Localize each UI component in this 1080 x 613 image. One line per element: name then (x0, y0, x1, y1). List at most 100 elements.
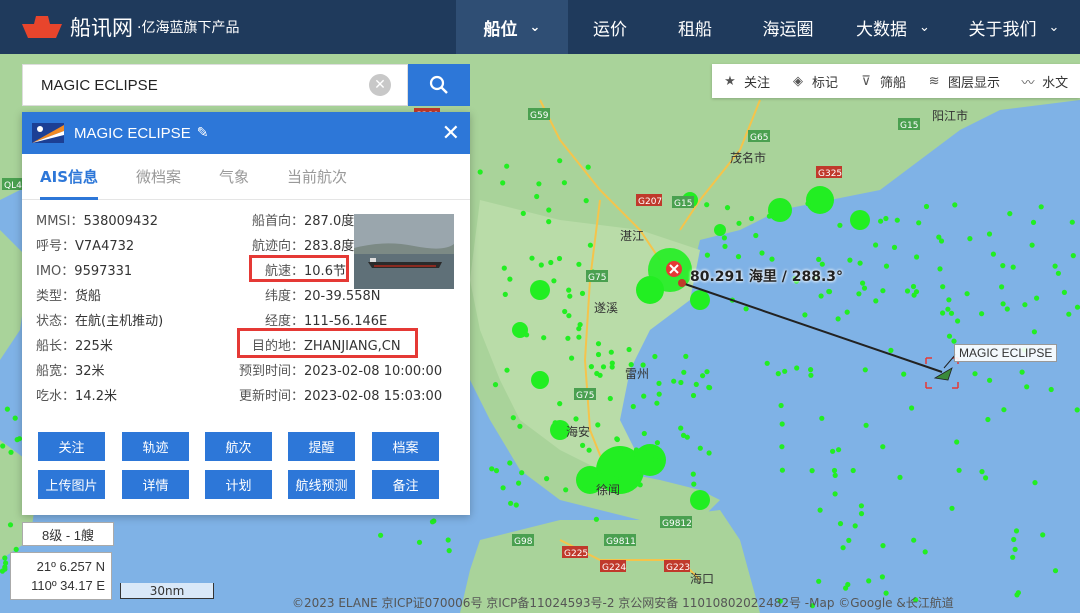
filter-icon: ⊽ (858, 73, 874, 89)
destination-highlight (237, 328, 418, 358)
vessel-tag[interactable]: MAGIC ECLIPSE (954, 344, 1057, 362)
star-icon: ★ (722, 73, 738, 89)
tool-label: 标记 (812, 72, 838, 91)
clear-icon[interactable]: ✕ (369, 74, 391, 96)
field-value: 9597331 (74, 264, 132, 279)
search-icon (429, 75, 449, 95)
follow-button[interactable]: 关注 (38, 432, 105, 461)
svg-text:茂名市: 茂名市 (730, 150, 766, 165)
nav-item-freight[interactable]: 运价 (568, 0, 652, 54)
info-course: 航迹向：283.8度 (252, 235, 354, 254)
field-label: 航迹向： (252, 239, 304, 254)
tool-label: 筛船 (880, 72, 906, 91)
marshall-islands-flag-icon (32, 123, 64, 143)
tool-follow[interactable]: ★关注 (712, 64, 780, 98)
zoom-level: 8级 - 1艘 (22, 522, 114, 546)
ship-photo[interactable] (354, 214, 454, 289)
svg-text:G98: G98 (514, 537, 533, 547)
nav-label: 关于我们 (969, 15, 1037, 40)
track-button[interactable]: 轨迹 (122, 432, 189, 461)
brand-tagline: ·亿海蓝旗下产品 (137, 17, 239, 37)
tool-filter[interactable]: ⊽ 筛船 (848, 64, 916, 98)
svg-text:阳江市: 阳江市 (932, 108, 968, 123)
svg-text:G325: G325 (818, 169, 842, 179)
tab-current-voyage[interactable]: 当前航次 (287, 154, 347, 199)
svg-text:G65: G65 (750, 133, 768, 143)
ship-info-panel: MAGIC ECLIPSE ✎ ✕ AIS信息 微档案 气象 当前航次 MMSI… (22, 112, 470, 515)
close-icon[interactable]: ✕ (442, 121, 460, 146)
nav-label: 海运圈 (763, 15, 814, 40)
nav-item-ship-position[interactable]: 船位⌄ (456, 0, 568, 54)
info-length: 船长：225米 (36, 335, 113, 354)
boat-logo-icon (20, 14, 64, 40)
svg-text:G15: G15 (900, 121, 918, 131)
tag-icon: ◈ (790, 73, 806, 89)
svg-text:QL4: QL4 (4, 181, 22, 191)
notes-button[interactable]: 备注 (372, 470, 439, 499)
search-input[interactable] (23, 77, 363, 94)
svg-text:海口: 海口 (690, 571, 714, 586)
svg-text:G59: G59 (530, 111, 549, 121)
field-label: 更新时间： (239, 389, 304, 404)
edit-icon[interactable]: ✎ (197, 125, 209, 141)
svg-text:湛江: 湛江 (620, 229, 644, 243)
tool-layers[interactable]: ≋图层显示 (916, 64, 1010, 98)
info-draught: 吃水：14.2米 (36, 385, 117, 404)
svg-text:徐闻: 徐闻 (596, 482, 620, 497)
svg-text:海安: 海安 (566, 424, 590, 439)
field-value: 2023-02-08 15:03:00 (304, 389, 442, 404)
latitude-readout: 21º 6.257 N (17, 557, 105, 576)
map-toolbar: ★关注 ◈ 标记 ⊽ 筛船 ≋图层显示 〰水文 (712, 64, 1080, 98)
info-heading: 船首向：287.0度 (252, 210, 354, 229)
field-value: 2023-02-08 10:00:00 (304, 364, 442, 379)
svg-text:G75: G75 (588, 273, 606, 283)
search-button[interactable] (408, 64, 470, 106)
svg-text:G225: G225 (564, 549, 588, 559)
route-prediction-button[interactable]: 航线预测 (288, 470, 355, 499)
info-imo: IMO：9597331 (36, 260, 132, 279)
tool-label: 水文 (1042, 72, 1068, 91)
tab-ais-info[interactable]: AIS信息 (40, 154, 98, 199)
ship-name: MAGIC ECLIPSE (74, 125, 191, 142)
top-nav: 船讯网 ·亿海蓝旗下产品 船位⌄ 运价 租船 海运圈 大数据⌄ 关于我们⌄ (0, 0, 1080, 54)
nav-item-big-data[interactable]: 大数据⌄ (838, 0, 948, 54)
nav-label: 船位 (484, 15, 518, 40)
tab-weather[interactable]: 气象 (219, 154, 249, 199)
search-box: ✕ (22, 64, 408, 106)
field-label: 经度： (265, 314, 304, 329)
field-value: 20-39.558N (304, 289, 380, 304)
details-button[interactable]: 详情 (122, 470, 189, 499)
plan-button[interactable]: 计划 (205, 470, 272, 499)
info-callsign: 呼号：V7A4732 (36, 235, 134, 254)
tab-micro-archive[interactable]: 微档案 (136, 154, 181, 199)
info-updated: 更新时间：2023-02-08 15:03:00 (239, 385, 442, 404)
nav-label: 运价 (593, 15, 627, 40)
chevron-down-icon: ⌄ (1049, 20, 1060, 35)
logo[interactable]: 船讯网 ·亿海蓝旗下产品 (0, 0, 456, 54)
tool-hydrology[interactable]: 〰水文 (1010, 64, 1078, 98)
svg-text:G9811: G9811 (606, 537, 636, 547)
field-value: 225米 (75, 339, 113, 354)
field-value: V7A4732 (75, 239, 134, 254)
info-beam: 船宽：32米 (36, 360, 105, 379)
archive-button[interactable]: 档案 (372, 432, 439, 461)
svg-text:G207: G207 (638, 197, 662, 207)
field-label: 船首向： (252, 214, 304, 229)
nav-item-about-us[interactable]: 关于我们 ⌄ (948, 0, 1080, 54)
field-value: 14.2米 (75, 389, 117, 404)
info-eta: 预到时间：2023-02-08 10:00:00 (239, 360, 442, 379)
tool-mark[interactable]: ◈ 标记 (780, 64, 848, 98)
field-label: 纬度： (265, 289, 304, 304)
ais-info: MMSI：538009432 呼号：V7A4732 IMO：9597331 类型… (22, 200, 470, 420)
reminder-button[interactable]: 提醒 (288, 432, 355, 461)
scale-bar: 30nm (120, 583, 214, 599)
info-status: 状态：在航(主机推动) (36, 310, 163, 329)
field-label: 船宽： (36, 364, 75, 379)
chevron-down-icon: ⌄ (919, 20, 930, 35)
nav-item-charter[interactable]: 租船 (652, 0, 738, 54)
info-type: 类型：货船 (36, 285, 101, 304)
voyage-button[interactable]: 航次 (205, 432, 272, 461)
brand-name: 船讯网 (70, 12, 133, 42)
upload-photo-button[interactable]: 上传图片 (38, 470, 105, 499)
nav-item-shipping-circle[interactable]: 海运圈 (738, 0, 838, 54)
